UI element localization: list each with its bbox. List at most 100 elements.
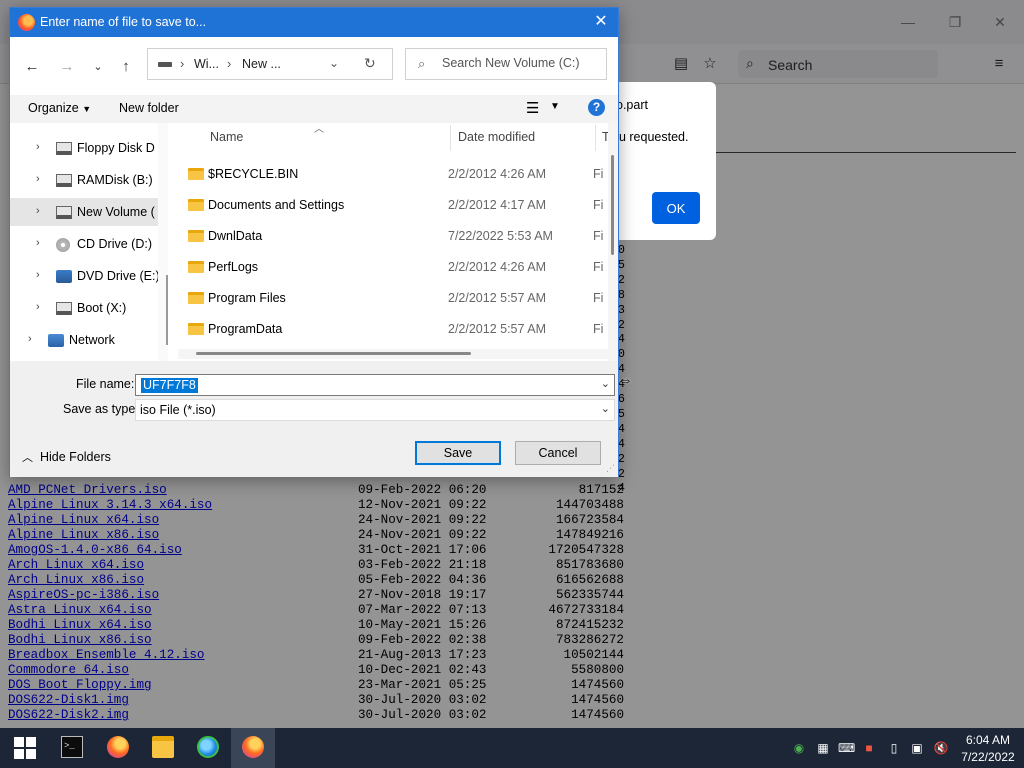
file-date-modified: 2/2/2012 4:26 AM [448, 260, 546, 274]
file-name: DwnlData [208, 229, 263, 243]
navigation-bar: ← → ⌄ ↑ › Wi... › New ... ⌄ ↻ ⌕ [10, 37, 618, 95]
chevron-right-icon[interactable]: › [36, 141, 40, 153]
back-arrow-icon[interactable]: ← [22, 57, 42, 77]
chevron-right-icon[interactable]: › [36, 269, 40, 281]
file-date-modified: 2/2/2012 5:57 AM [448, 291, 546, 305]
keyboard-icon[interactable]: ⌨ [838, 740, 855, 756]
file-type: Fi [593, 167, 604, 181]
address-bar[interactable]: › Wi... › New ... ⌄ ↻ [147, 48, 393, 80]
folder-search-box[interactable]: ⌕ [405, 48, 607, 80]
column-divider[interactable] [450, 125, 451, 151]
close-icon[interactable]: ✕ [590, 11, 612, 33]
file-row[interactable]: DwnlData 7/22/2022 5:53 AM Fi [178, 221, 603, 252]
taskbar-file-explorer[interactable] [141, 728, 185, 768]
tree-item[interactable]: › DVD Drive (E:) [10, 262, 160, 290]
system-tray: ◉ ▦ ⌨ ■ ▯ ▣ 🔇 [788, 728, 958, 768]
network-status-icon[interactable]: ▣ [909, 740, 925, 756]
view-list-icon[interactable]: ☰ [526, 99, 539, 117]
chevron-right-icon[interactable]: › [36, 237, 40, 249]
taskbar-terminal[interactable]: >_ [50, 728, 94, 768]
caret-down-icon: ▼ [82, 104, 92, 114]
chevron-right-icon[interactable]: › [28, 333, 32, 345]
file-row[interactable]: ProgramData 2/2/2012 5:57 AM Fi [178, 314, 603, 345]
file-row[interactable]: PerfLogs 2/2/2012 4:26 AM Fi [178, 252, 603, 283]
tree-item-label: New Volume ( [77, 205, 155, 219]
chevron-down-icon[interactable]: ⌄ [601, 377, 610, 390]
help-icon[interactable]: ? [588, 99, 605, 116]
network-computer-icon[interactable]: ▦ [815, 740, 831, 756]
taskbar-firefox[interactable] [96, 728, 140, 768]
folder-search-input[interactable] [442, 56, 602, 70]
taskbar-firefox-active[interactable] [231, 728, 275, 768]
ok-button[interactable]: OK [652, 192, 700, 224]
chevron-down-icon[interactable]: ⌄ [601, 402, 610, 415]
usb-device-icon[interactable]: ▯ [886, 740, 902, 756]
column-divider[interactable] [595, 125, 596, 151]
tree-item[interactable]: › RAMDisk (B:) [10, 166, 158, 194]
chevron-up-icon: ︿ [22, 452, 33, 464]
start-button[interactable] [2, 728, 46, 768]
taskbar-network-app[interactable] [186, 728, 230, 768]
alert-message-line2: ou requested. [612, 130, 689, 144]
up-arrow-icon[interactable]: ↑ [116, 57, 136, 77]
organize-button[interactable]: Organize ▼ [28, 101, 91, 115]
drive-icon [56, 174, 72, 187]
hide-folders-button[interactable]: ︿ Hide Folders [22, 447, 132, 469]
tree-item-label: RAMDisk (B:) [77, 173, 153, 187]
drive-icon [158, 62, 172, 67]
file-name-input[interactable]: UF7F7F8 [141, 378, 198, 393]
resize-cursor-icon: ⇔ [617, 372, 633, 389]
chevron-right-icon[interactable]: › [36, 173, 40, 185]
file-type: Fi [593, 198, 604, 212]
speaker-muted-icon[interactable]: 🔇 [933, 740, 949, 756]
save-button[interactable]: Save [415, 441, 501, 465]
clock-date[interactable]: 7/22/2022 [958, 750, 1018, 764]
horizontal-scrollbar-thumb[interactable] [196, 352, 471, 355]
file-row[interactable]: Documents and Settings 2/2/2012 4:17 AM Fi [178, 190, 603, 221]
tree-item-label: Boot (X:) [77, 301, 127, 315]
column-header: ︿ Name Date modified Ty [168, 123, 615, 151]
forward-arrow-icon[interactable]: → [57, 57, 77, 77]
file-list-horizontal-scrollbar[interactable] [178, 349, 608, 359]
file-row[interactable]: $RECYCLE.BIN 2/2/2012 4:26 AM Fi [178, 159, 603, 190]
tree-scrollbar[interactable] [158, 123, 168, 361]
chevron-right-icon[interactable]: › [36, 205, 40, 217]
tree-item[interactable]: › Boot (X:) [10, 294, 158, 322]
column-name[interactable]: Name [210, 130, 243, 144]
column-date-modified[interactable]: Date modified [458, 130, 535, 144]
tree-item[interactable]: › New Volume ( [10, 198, 158, 226]
caret-down-icon[interactable]: ▼ [550, 101, 560, 112]
tree-item-label: DVD Drive (E:) [77, 269, 160, 283]
dialog-titlebar[interactable]: Enter name of file to save to... ✕ [10, 8, 618, 37]
file-row[interactable]: Program Files 2/2/2012 5:57 AM Fi [178, 283, 603, 314]
refresh-icon[interactable]: ↻ [364, 55, 376, 72]
recent-locations-chevron-icon[interactable]: ⌄ [88, 57, 108, 77]
breadcrumb-item[interactable]: New ... [242, 57, 281, 71]
file-name: Program Files [208, 291, 286, 305]
color-app-icon[interactable]: ■ [861, 740, 877, 756]
clock-time[interactable]: 6:04 AM [958, 733, 1018, 747]
breadcrumb-item[interactable]: Wi... [194, 57, 219, 71]
save-as-type-select[interactable]: iso File (*.iso) ⌄ [135, 399, 615, 421]
new-folder-button[interactable]: New folder [119, 101, 179, 115]
chevron-down-icon[interactable]: ⌄ [329, 56, 339, 70]
hide-folders-label: Hide Folders [40, 450, 111, 464]
folder-icon [188, 230, 204, 242]
cancel-button[interactable]: Cancel [515, 441, 601, 465]
chevron-right-icon[interactable]: › [227, 56, 231, 71]
file-name-combobox[interactable]: UF7F7F8 ⌄ [135, 374, 615, 396]
firefox-icon [18, 14, 35, 31]
resize-grip-icon[interactable]: ⋰ [606, 463, 615, 474]
file-type: Fi [593, 260, 604, 274]
file-list-vertical-scrollbar[interactable] [608, 123, 618, 361]
vertical-scrollbar-thumb[interactable] [611, 155, 614, 255]
drive-icon [56, 302, 72, 315]
alert-message-line1: o.part [616, 98, 648, 112]
chevron-right-icon[interactable]: › [180, 56, 184, 71]
chevron-right-icon[interactable]: › [36, 301, 40, 313]
tree-item[interactable]: › Floppy Disk D [10, 134, 158, 162]
tree-item[interactable]: › CD Drive (D:) [10, 230, 158, 258]
tree-item[interactable]: › Network [10, 326, 158, 354]
network-globe-icon[interactable]: ◉ [791, 740, 807, 756]
file-date-modified: 2/2/2012 4:17 AM [448, 198, 546, 212]
